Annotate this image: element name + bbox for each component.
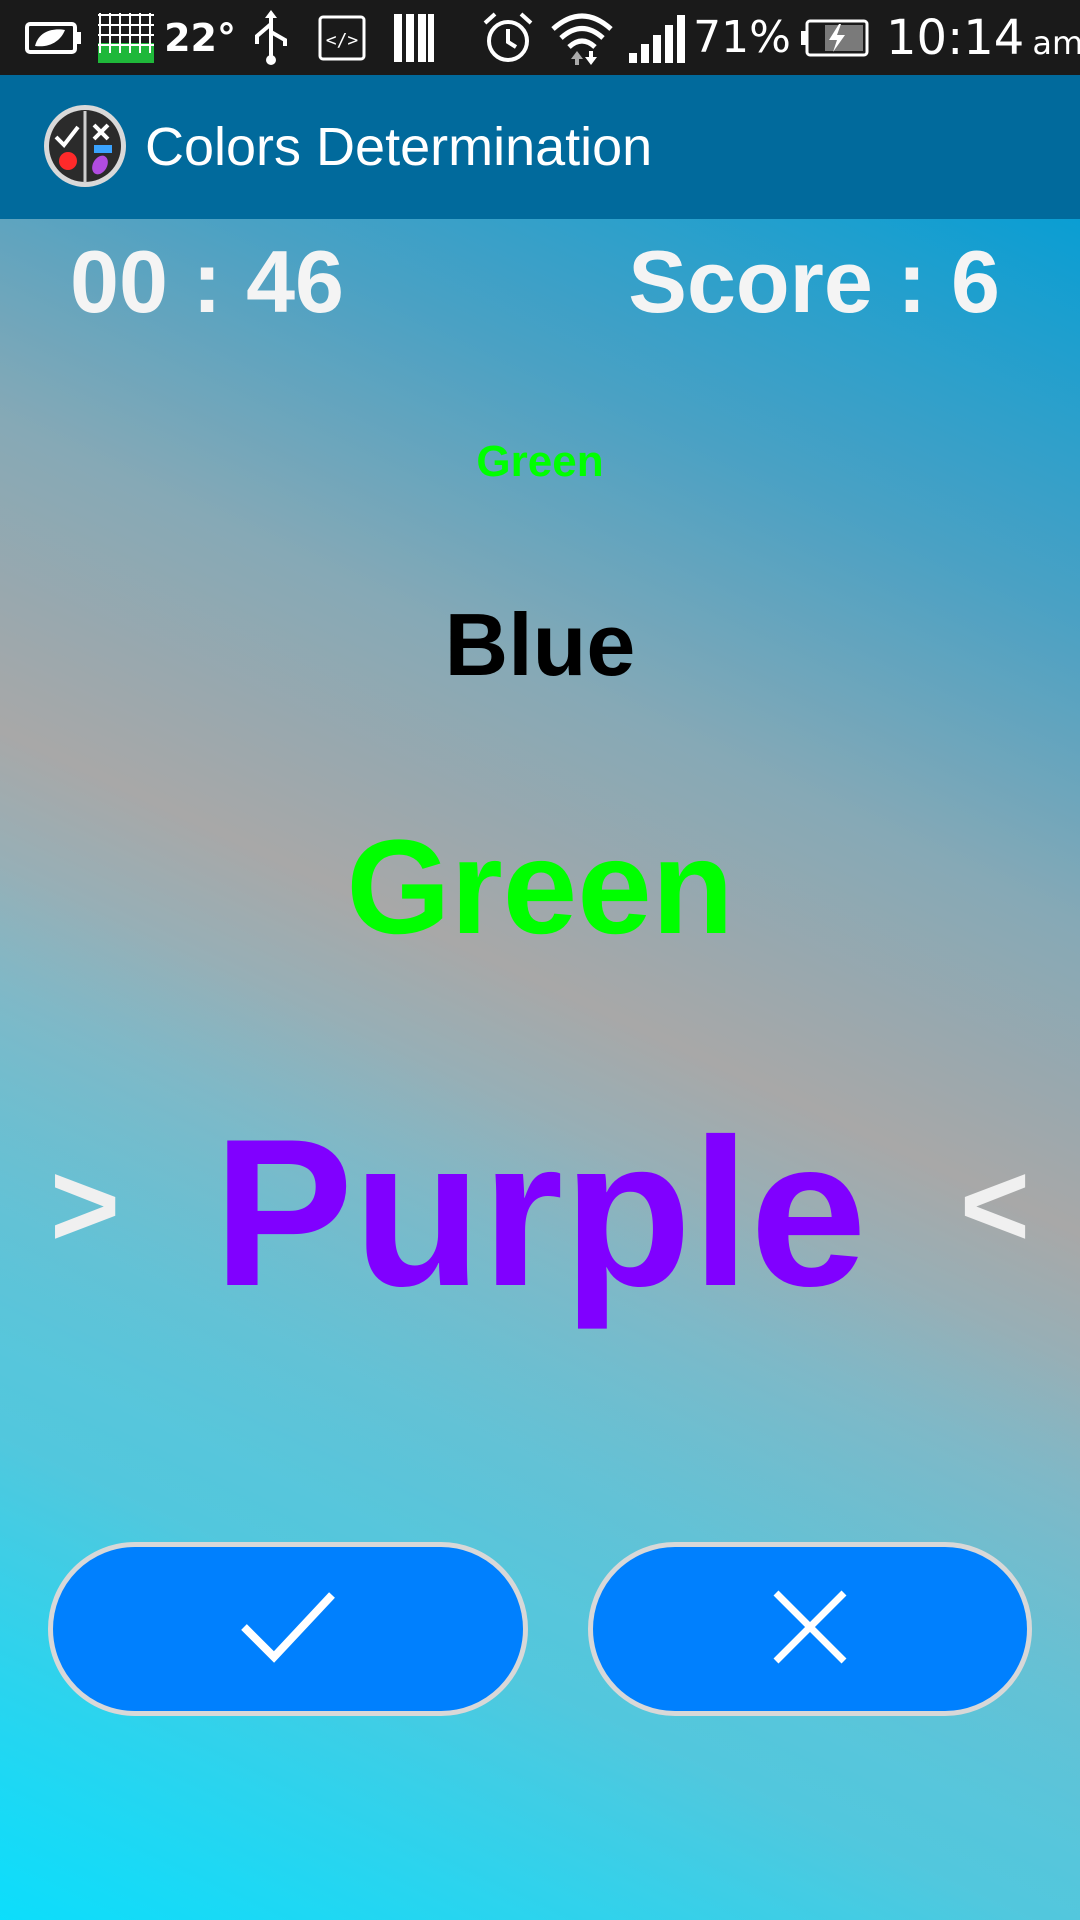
battery-charging-icon	[800, 0, 872, 75]
alarm-icon	[480, 0, 536, 75]
library-icon	[390, 0, 438, 75]
score: Score : 6	[628, 232, 1000, 331]
no-match-button[interactable]	[588, 1542, 1032, 1716]
wifi-icon	[548, 0, 616, 75]
grid-widget-icon	[96, 0, 156, 75]
color-word-current: Purple	[213, 1095, 867, 1330]
status-bar: 22° </> 71% 10:14 am	[0, 0, 1080, 75]
match-button[interactable]	[48, 1542, 528, 1716]
signal-icon	[626, 0, 686, 75]
temperature-text: 22°	[164, 15, 236, 60]
left-marker: >	[50, 1138, 121, 1272]
timer: 00 : 46	[70, 232, 344, 331]
developer-code-icon: </>	[316, 0, 368, 75]
color-word-2: Blue	[444, 595, 636, 694]
checkmark-icon	[238, 1587, 338, 1672]
clock: 10:14 am	[886, 0, 1080, 75]
clock-suffix: am	[1032, 23, 1080, 62]
screen: 22° </> 71% 10:14 am Colors Determinatio…	[0, 0, 1080, 1920]
clock-time: 10:14	[886, 9, 1025, 66]
app-title: Colors Determination	[145, 117, 653, 177]
app-logo-icon[interactable]	[42, 103, 128, 189]
battery-percent-text: 71%	[693, 12, 791, 63]
action-bar: Colors Determination	[0, 75, 1080, 219]
svg-text:</>: </>	[326, 30, 359, 51]
battery-saver-icon	[24, 0, 84, 75]
usb-icon	[246, 0, 296, 75]
color-word-1: Green	[476, 437, 604, 486]
right-marker: <	[959, 1138, 1030, 1272]
color-word-3: Green	[346, 813, 734, 962]
close-icon	[772, 1589, 848, 1670]
